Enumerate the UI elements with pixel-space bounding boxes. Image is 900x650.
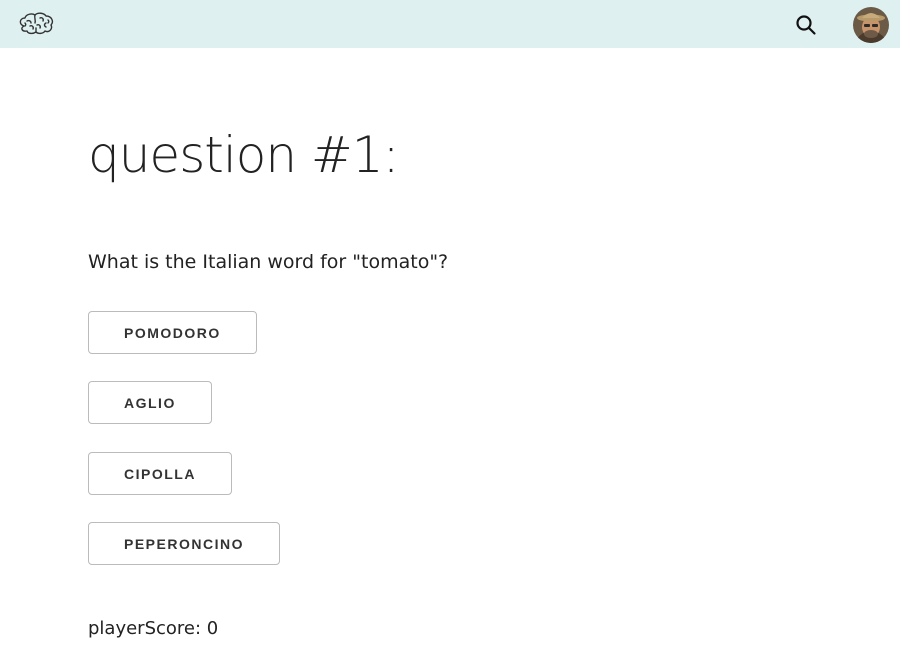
brain-icon[interactable] bbox=[18, 12, 54, 36]
answer-button-aglio[interactable]: AGLIO bbox=[88, 381, 212, 424]
player-score: playerScore: 0 bbox=[88, 618, 219, 639]
user-avatar[interactable] bbox=[853, 7, 889, 43]
search-icon[interactable] bbox=[794, 13, 818, 37]
answer-button-peperoncino[interactable]: PEPERONCINO bbox=[88, 522, 280, 565]
answer-button-cipolla[interactable]: CIPOLLA bbox=[88, 452, 232, 495]
top-nav-bar bbox=[0, 0, 900, 48]
question-text: What is the Italian word for "tomato"? bbox=[88, 251, 449, 273]
question-heading: question #1: bbox=[88, 126, 399, 184]
answer-button-pomodoro[interactable]: POMODORO bbox=[88, 311, 257, 354]
